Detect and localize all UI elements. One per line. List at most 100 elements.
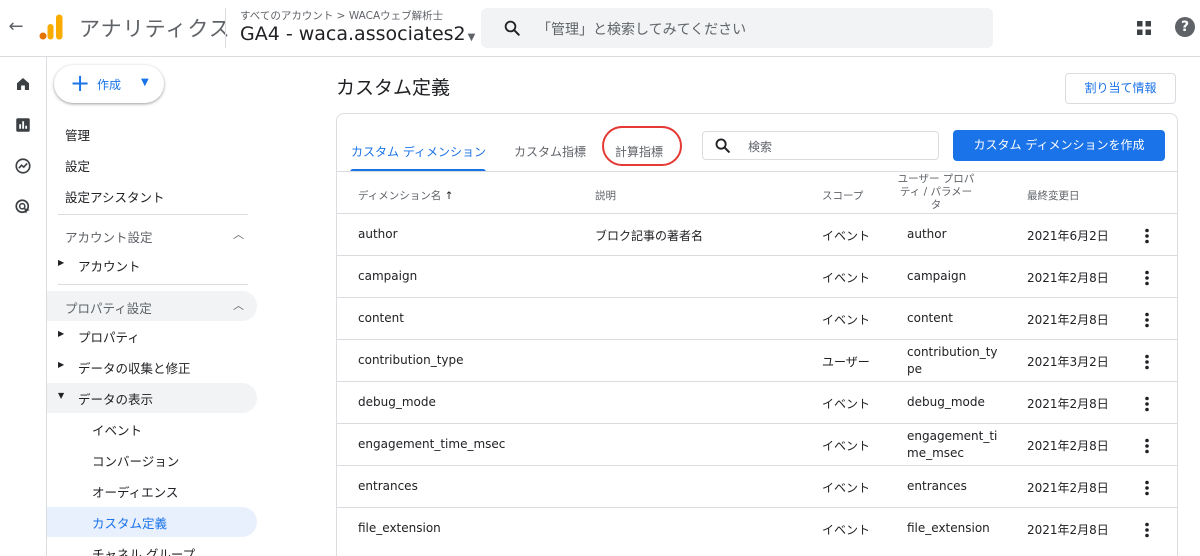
search-icon [715,138,730,153]
tab-custom-metrics[interactable]: カスタム指標 [514,143,586,160]
table-search-input[interactable]: 検索 [702,131,939,160]
sub-item-custom-definitions[interactable]: カスタム定義 [47,507,257,537]
cell-user-property: content [907,311,953,325]
table-row[interactable]: engagement_time_msec イベント engagement_time_… [337,423,1177,465]
section-account-settings[interactable]: アカウント設定 ︿ [47,220,257,250]
nav-settings[interactable]: 設定 [65,156,90,175]
cell-last-modified: 2021年2月8日 [1027,481,1109,495]
left-rail [0,57,47,556]
cell-scope: イベント [822,523,871,537]
cell-scope: イベント [822,271,871,285]
sidebar-divider [58,214,248,215]
column-header-name[interactable]: ディメンション名 ↑ [358,188,453,203]
create-button[interactable]: + 作成 ▼ [54,65,164,103]
explore-icon[interactable] [14,157,32,175]
more-vert-icon[interactable] [1142,228,1152,244]
table-row[interactable]: campaign イベント campaign 2021年2月8日 [337,255,1177,297]
table-row[interactable]: content イベント content 2021年2月8日 [337,297,1177,339]
triangle-down-icon: ▼ [58,391,65,400]
admin-sidebar: + 作成 ▼ 管理 設定 設定アシスタント アカウント設定 ︿ ▶ アカウント … [47,57,321,556]
property-selector[interactable]: GA4 - waca.associates2 ▼ [240,23,475,45]
advertising-icon[interactable] [14,198,32,216]
cell-user-property: entrances [907,479,967,493]
search-placeholder: 「管理」と検索してみてください [537,22,747,38]
global-search-input[interactable]: 「管理」と検索してみてください [481,8,993,48]
table-row[interactable]: debug_mode イベント debug_mode 2021年2月8日 [337,381,1177,423]
cell-last-modified: 2021年2月8日 [1027,523,1109,537]
tabs-divider [337,171,1177,172]
tree-item-label: データの表示 [78,392,154,407]
sub-item-events[interactable]: イベント [47,414,257,444]
more-vert-icon[interactable] [1142,522,1152,538]
search-placeholder: 検索 [748,140,773,154]
cell-scope: イベント [822,439,871,453]
more-vert-icon[interactable] [1142,270,1152,286]
cell-user-property: file_extension [907,521,990,535]
apps-grid-icon[interactable] [1136,20,1152,36]
tree-item-account[interactable]: ▶ アカウント [47,250,257,280]
column-header-scope[interactable]: スコープ [822,188,863,203]
sort-ascending-icon: ↑ [444,190,454,202]
home-icon[interactable] [14,75,32,93]
cell-scope: イベント [822,229,871,243]
sidebar-divider [58,284,248,285]
column-label: ディメンション名 [358,190,442,202]
custom-definitions-card: カスタム ディメンション カスタム指標 計算指標 検索 カスタム ディメンション… [336,113,1178,556]
reports-icon[interactable] [14,116,32,134]
column-header-description[interactable]: 説明 [595,188,616,203]
cell-last-modified: 2021年2月8日 [1027,313,1109,327]
more-vert-icon[interactable] [1142,480,1152,496]
tree-item-label: データの収集と修正 [78,361,191,376]
search-icon [504,20,520,36]
cell-dimension-name: campaign [358,269,418,283]
nav-admin[interactable]: 管理 [65,125,90,144]
cell-last-modified: 2021年2月8日 [1027,397,1109,411]
plus-icon: + [70,69,91,97]
table-row[interactable]: file_extension イベント file_extension 2021年2月8… [337,507,1177,549]
more-vert-icon[interactable] [1142,354,1152,370]
cell-dimension-name: file_extension [358,521,441,535]
cell-scope: ユーザー [822,355,870,369]
column-header-last-modified[interactable]: 最終変更日 [1027,188,1080,203]
section-title: アカウント設定 [65,230,153,245]
sub-item-conversions[interactable]: コンバージョン [47,445,257,475]
analytics-logo-icon[interactable] [39,14,63,40]
sub-item-label: カスタム定義 [92,516,168,531]
more-vert-icon[interactable] [1142,312,1152,328]
app-name: アナリティクス [79,17,231,41]
caret-down-icon: ▼ [141,77,149,88]
tab-custom-dimensions[interactable]: カスタム ディメンション [351,143,486,160]
tree-item-data-collection[interactable]: ▶ データの収集と修正 [47,352,257,382]
cell-user-property: debug_mode [907,395,985,409]
more-vert-icon[interactable] [1142,396,1152,412]
cell-dimension-name: engagement_time_msec [358,437,506,451]
assignment-info-button[interactable]: 割り当て情報 [1065,73,1176,104]
cell-last-modified: 2021年6月2日 [1027,229,1109,243]
tree-item-data-display[interactable]: ▼ データの表示 [47,383,257,413]
table-row[interactable]: entrances イベント entrances 2021年2月8日 [337,465,1177,507]
help-icon[interactable]: ? [1175,17,1195,37]
cell-user-property: campaign [907,269,967,283]
sub-item-label: イベント [92,423,143,438]
triangle-right-icon: ▶ [58,329,65,338]
cell-scope: イベント [822,313,871,327]
more-vert-icon[interactable] [1142,438,1152,454]
sub-item-channel-groups[interactable]: チャネル グループ [47,538,257,556]
section-property-settings[interactable]: プロパティ設定 ︿ [47,291,257,321]
column-header-user-property[interactable]: ユーザー プロパティ / パラメータ [896,173,976,212]
sub-item-audiences[interactable]: オーディエンス [47,476,257,506]
account-breadcrumb[interactable]: すべてのアカウント > WACAウェブ解析士 [240,8,443,23]
arrow-left-icon[interactable]: ← [6,17,26,37]
highlight-annotation [602,126,682,166]
tree-item-label: プロパティ [78,330,140,345]
table-row[interactable]: author ブロク記事の著者名 イベント author 2021年6月2日 [337,213,1177,255]
cell-user-property: contribution_type [907,345,998,376]
table-row[interactable]: contribution_type ユーザー contribution_type 20… [337,339,1177,381]
top-bar: ← アナリティクス すべてのアカウント > WACAウェブ解析士 GA4 - w… [0,0,1200,57]
create-custom-dimension-button[interactable]: カスタム ディメンションを作成 [953,130,1165,161]
cell-user-property: engagement_time_msec [907,429,998,460]
triangle-right-icon: ▶ [58,360,65,369]
nav-setup-assistant[interactable]: 設定アシスタント [65,187,165,206]
tree-item-property[interactable]: ▶ プロパティ [47,321,257,351]
chevron-up-icon: ︿ [233,228,244,241]
